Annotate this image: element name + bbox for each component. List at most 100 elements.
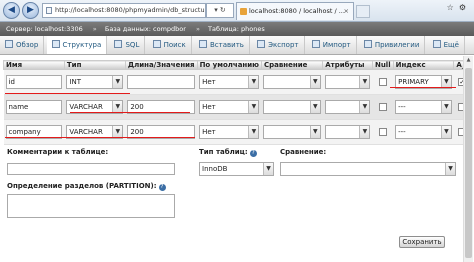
export-icon	[257, 40, 266, 48]
tab-label: SQL	[125, 41, 140, 49]
table-menu: Обзор Структура SQL Поиск Вставить Экспо…	[0, 36, 474, 55]
tab-label: Ещё	[443, 41, 459, 49]
privileges-icon	[363, 40, 372, 48]
column-attributes-select[interactable]: ▼	[324, 100, 371, 114]
tab-label: Структура	[62, 41, 102, 49]
select-value: Нет	[202, 103, 216, 111]
browser-tab[interactable]: localhost:8080 / localhost / ... ×	[236, 2, 354, 20]
collation-label-text: Сравнение:	[280, 148, 327, 156]
breadcrumb-table[interactable]: Таблица: phones	[208, 25, 265, 33]
column-collation-select[interactable]: ▼	[263, 75, 321, 89]
tab-privileges[interactable]: Привилегии	[359, 36, 426, 54]
comments-label-text: Комментарии к таблице:	[7, 148, 109, 156]
scroll-up-icon[interactable]: ▲	[464, 56, 473, 65]
table-collation-select[interactable]: ▼	[280, 162, 456, 176]
col-header-index: Индекс	[392, 60, 455, 70]
address-bar[interactable]: http://localhost:8080/phpmyadmin/db_stru…	[42, 3, 206, 18]
breadcrumb-database[interactable]: База данных: compdbor	[105, 25, 186, 33]
select-value: ---	[398, 103, 406, 111]
column-type-select[interactable]: INT ▼	[66, 75, 124, 89]
chevron-down-icon: ▼	[445, 163, 455, 175]
column-default-select[interactable]: Нет ▼	[199, 75, 260, 89]
tab-structure[interactable]: Структура	[46, 36, 108, 54]
col-header-name: Имя	[3, 60, 65, 70]
select-value: VARCHAR	[69, 103, 103, 111]
table-row: company VARCHAR ▼ 200 Нет ▼ ▼ ▼ --- ▼	[3, 119, 471, 145]
columns-table: Имя Тип Длина/Значения По умолчанию Срав…	[3, 60, 471, 145]
help-icon[interactable]: ?	[158, 184, 166, 191]
search-icon	[152, 40, 161, 48]
tab-close-icon[interactable]: ×	[344, 3, 349, 20]
vertical-scrollbar[interactable]: ▲	[463, 56, 473, 262]
new-tab-button[interactable]	[356, 5, 370, 18]
select-value: Нет	[202, 78, 216, 86]
highlight-underline	[5, 137, 195, 138]
col-header-collation: Сравнение	[260, 60, 324, 70]
address-bar-actions[interactable]: ▾ ↻	[206, 3, 234, 18]
tab-browse[interactable]: Обзор	[0, 36, 45, 54]
col-header-length: Длина/Значения	[124, 60, 198, 70]
table-row: name VARCHAR ▼ 200 Нет ▼ ▼ ▼ --- ▼	[3, 94, 471, 120]
col-header-null: Null	[371, 60, 394, 70]
window-controls[interactable]: ☆⚙	[447, 3, 471, 12]
column-name-input[interactable]: id	[5, 75, 63, 89]
breadcrumb-separator: »	[92, 25, 97, 33]
chevron-down-icon: ▼	[248, 76, 259, 88]
favicon-icon	[240, 8, 247, 15]
column-collation-select[interactable]: ▼	[263, 100, 321, 114]
select-value: PRIMARY	[398, 78, 429, 86]
select-value: VARCHAR	[69, 128, 103, 136]
tab-more[interactable]: Ещё	[428, 36, 465, 54]
chevron-down-icon: ▼	[309, 101, 320, 113]
column-null-checkbox[interactable]	[378, 128, 387, 136]
partition-label: Определение разделов (PARTITION):?	[7, 182, 166, 191]
partition-label-text: Определение разделов (PARTITION):	[7, 182, 157, 190]
table-collation-label: Сравнение:	[280, 148, 326, 156]
insert-icon	[199, 40, 207, 48]
chevron-down-icon: ▼	[248, 126, 259, 138]
breadcrumb-server[interactable]: Сервер: localhost:3306	[6, 25, 83, 33]
tab-search[interactable]: Поиск	[148, 36, 192, 54]
engine-select[interactable]: InnoDB ▼	[199, 162, 274, 176]
chevron-down-icon: ▼	[309, 76, 320, 88]
column-index-select[interactable]: --- ▼	[395, 125, 452, 139]
forward-icon[interactable]: ▶	[22, 2, 39, 19]
column-attributes-select[interactable]: ▼	[324, 75, 371, 89]
chevron-down-icon: ▼	[263, 163, 273, 175]
select-value: Нет	[202, 128, 216, 136]
tab-insert[interactable]: Вставить	[194, 36, 250, 54]
breadcrumb: Сервер: localhost:3306 » База данных: com…	[0, 22, 474, 36]
col-header-type: Тип	[63, 60, 126, 70]
column-attributes-select[interactable]: ▼	[324, 125, 371, 139]
sql-icon	[114, 40, 123, 48]
save-button[interactable]: Сохранить	[399, 236, 445, 248]
chevron-down-icon: ▼	[440, 101, 451, 113]
table-comments-input[interactable]	[7, 163, 175, 175]
tab-sql[interactable]: SQL	[109, 36, 146, 54]
column-default-select[interactable]: Нет ▼	[199, 125, 260, 139]
col-header-default: По умолчанию	[196, 60, 262, 70]
partition-textarea[interactable]	[7, 194, 175, 218]
tab-label: Обзор	[16, 41, 39, 49]
chevron-down-icon: ▼	[359, 76, 370, 88]
column-null-checkbox[interactable]	[378, 103, 387, 111]
column-name-input[interactable]: name	[5, 100, 63, 114]
comments-label: Комментарии к таблице:	[7, 148, 108, 156]
tab-label: Экспорт	[268, 41, 299, 49]
chevron-down-icon: ▼	[359, 126, 370, 138]
tab-export[interactable]: Экспорт	[252, 36, 305, 54]
more-icon	[432, 40, 441, 48]
back-icon[interactable]: ◀	[3, 2, 20, 19]
help-icon[interactable]: ?	[249, 150, 257, 157]
column-index-select[interactable]: --- ▼	[395, 100, 452, 114]
column-null-checkbox[interactable]	[378, 78, 387, 86]
chevron-down-icon: ▼	[309, 126, 320, 138]
column-default-select[interactable]: Нет ▼	[199, 100, 260, 114]
engine-label-text: Тип таблиц:	[199, 148, 248, 156]
tab-import[interactable]: Импорт	[307, 36, 357, 54]
column-collation-select[interactable]: ▼	[263, 125, 321, 139]
column-length-input[interactable]	[127, 75, 196, 89]
scroll-thumb[interactable]	[465, 68, 472, 258]
tab-label: Импорт	[322, 41, 351, 49]
select-value: ---	[398, 128, 406, 136]
